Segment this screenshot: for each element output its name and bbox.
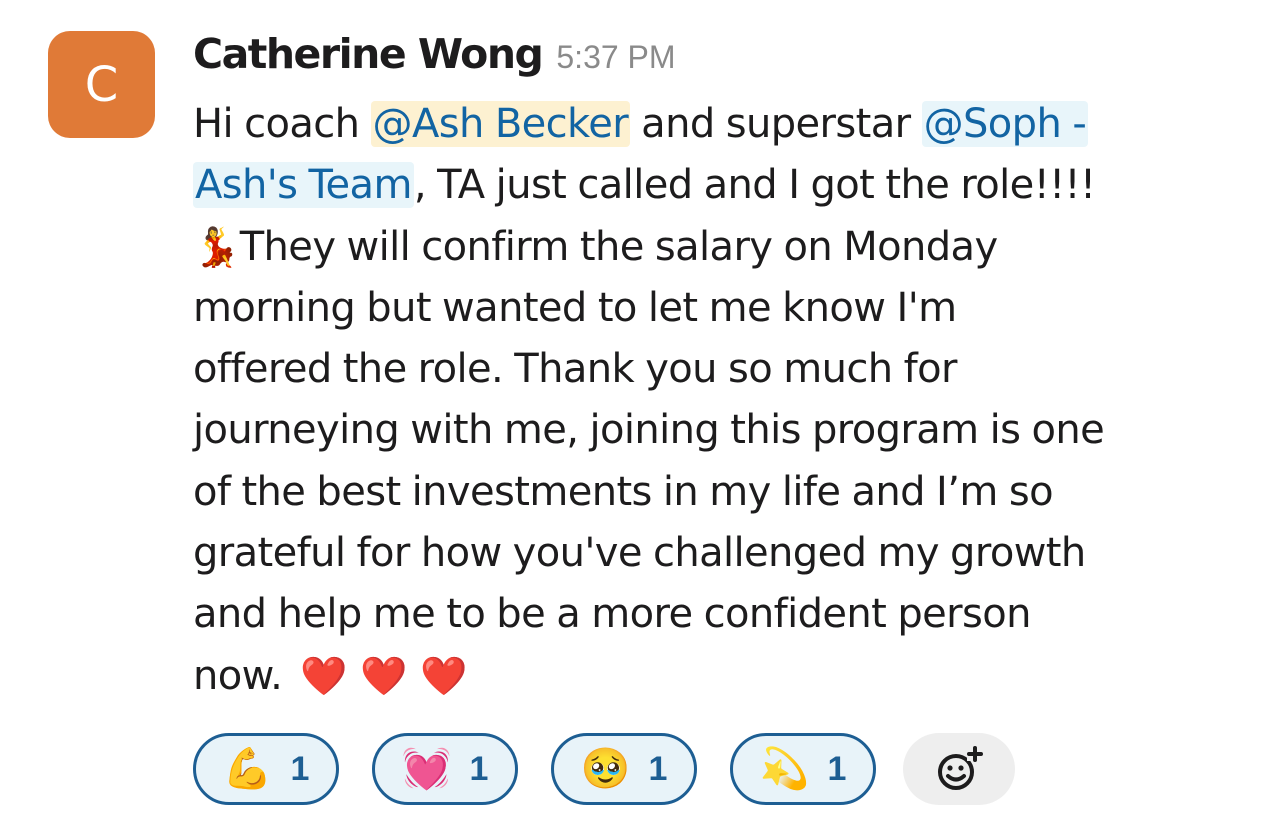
message-line: journeying with me, joining this program…	[193, 407, 1105, 454]
avatar-letter: C	[84, 56, 119, 113]
mention-soph[interactable]: @Soph -	[921, 101, 1089, 147]
message-text: Hi coach	[193, 101, 371, 147]
reaction-count: 1	[827, 749, 847, 788]
message-line: Ash's Team, TA just called and I got the…	[193, 155, 1268, 216]
message-text: , TA just called and I got the role!!!!	[413, 162, 1096, 209]
message-line: grateful for how you've challenged my gr…	[193, 530, 1086, 577]
avatar[interactable]: C	[48, 31, 155, 138]
reaction-count: 1	[290, 749, 310, 788]
beating-heart-icon: 💓	[401, 746, 452, 792]
red-heart-icon: ❤️	[299, 653, 347, 698]
message-line: Hi coach @Ash Becker and superstar @Soph…	[193, 94, 1268, 155]
mention-ash-becker[interactable]: @Ash Becker	[370, 101, 631, 147]
dizzy-star-icon: 💫	[759, 746, 810, 792]
author-name[interactable]: Catherine Wong	[193, 30, 544, 78]
red-heart-icon: ❤️	[419, 653, 467, 698]
red-heart-icon: ❤️	[359, 653, 407, 698]
reaction-dizzy[interactable]: 💫 1	[730, 733, 876, 805]
reactions-bar: 💪 1 💓 1 🥹 1 💫 1	[193, 733, 1015, 805]
add-reaction-icon	[938, 746, 983, 790]
mention-soph-continued[interactable]: Ash's Team	[193, 162, 414, 209]
reaction-beating-heart[interactable]: 💓 1	[372, 733, 518, 805]
message-line: 💃They will confirm the salary on Monday	[193, 217, 1268, 278]
message: Catherine Wong 5:37 PM Hi coach @Ash Bec…	[193, 30, 1268, 707]
message-line: of the best investments in my life and I…	[193, 468, 1054, 515]
reaction-holding-back-tears[interactable]: 🥹 1	[551, 733, 697, 805]
reaction-flexed-biceps[interactable]: 💪 1	[193, 733, 339, 805]
reaction-count: 1	[648, 749, 668, 788]
message-text: and superstar	[630, 101, 922, 147]
timestamp[interactable]: 5:37 PM	[556, 39, 675, 76]
dancer-emoji-icon: 💃	[193, 224, 240, 269]
message-line: and help me to be a more confident perso…	[193, 591, 1031, 638]
message-line: now. ❤️ ❤️ ❤️	[193, 646, 1268, 707]
add-reaction-button[interactable]	[903, 733, 1015, 805]
message-line: offered the role. Thank you so much for	[193, 346, 957, 393]
message-text: They will confirm the salary on Monday	[239, 223, 998, 270]
reaction-count: 1	[469, 749, 489, 788]
message-text: now.	[193, 652, 283, 699]
flexed-biceps-icon: 💪	[222, 746, 273, 792]
message-header: Catherine Wong 5:37 PM	[193, 30, 1268, 94]
message-line: morning but wanted to let me know I'm	[193, 284, 957, 331]
message-body: Hi coach @Ash Becker and superstar @Soph…	[193, 94, 1268, 707]
holding-back-tears-icon: 🥹	[580, 746, 631, 792]
